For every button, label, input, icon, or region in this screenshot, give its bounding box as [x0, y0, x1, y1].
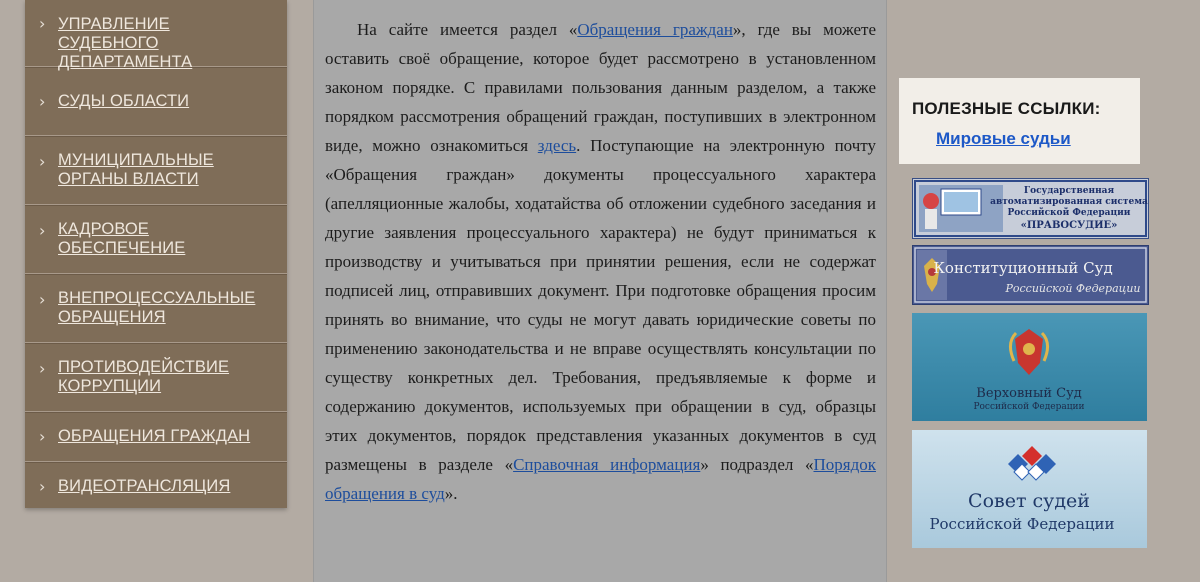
useful-links-box: ПОЛЕЗНЫЕ ССЫЛКИ: Мировые судьи: [899, 78, 1140, 164]
sidebar-item-label[interactable]: МУНИЦИПАЛЬНЫЕ ОРГАНЫ ВЛАСТИ: [58, 151, 214, 189]
sidebar-item-municipal-authorities[interactable]: › МУНИЦИПАЛЬНЫЕ ОРГАНЫ ВЛАСТИ: [25, 136, 287, 205]
sidebar-nav: › УПРАВЛЕНИЕ СУДЕБНОГО ДЕПАРТАМЕНТА › СУ…: [25, 0, 287, 508]
pravosudie-banner[interactable]: Государственная автоматизированная систе…: [912, 178, 1149, 239]
main-content: На сайте имеется раздел «Обращения гражд…: [313, 0, 887, 582]
council-of-judges-banner-graphic: Совет судей Российской Федерации: [912, 430, 1147, 548]
constitutional-court-line-1: Конституционный Суд: [933, 259, 1112, 277]
sidebar-item-anti-corruption[interactable]: › ПРОТИВОДЕЙСТВИЕ КОРРУПЦИИ: [25, 343, 287, 412]
chevron-right-icon: ›: [39, 91, 46, 111]
chevron-right-icon: ›: [39, 290, 46, 309]
constitutional-court-line-2: Российской Федерации: [1004, 282, 1140, 295]
supreme-court-banner-graphic: Верховный Суд Российской Федерации: [912, 313, 1147, 421]
pravosudie-line-1: Государственная: [1024, 186, 1115, 196]
pravosudie-line-4: «ПРАВОСУДИЕ»: [1021, 220, 1118, 231]
sidebar-item-video-broadcast[interactable]: › ВИДЕОТРАНСЛЯЦИЯ: [25, 462, 287, 511]
sidebar-item-label[interactable]: ПРОТИВОДЕЙСТВИЕ КОРРУПЦИИ: [58, 358, 229, 396]
here-link[interactable]: здесь: [538, 136, 576, 155]
supreme-court-line-2: Российской Федерации: [973, 402, 1084, 412]
magistrates-link[interactable]: Мировые судьи: [936, 129, 1071, 149]
pravosudie-line-2: автоматизированная система: [990, 197, 1148, 207]
constitutional-court-banner[interactable]: Конституционный Суд Российской Федерации: [912, 245, 1149, 305]
useful-links-title: ПОЛЕЗНЫЕ ССЫЛКИ:: [912, 99, 1101, 118]
chevron-right-icon: ›: [39, 427, 46, 446]
sidebar-item-label[interactable]: КАДРОВОЕ ОБЕСПЕЧЕНИЕ: [58, 220, 185, 258]
supreme-court-banner[interactable]: Верховный Суд Российской Федерации: [912, 313, 1147, 421]
sidebar-item-label[interactable]: ВИДЕОТРАНСЛЯЦИЯ: [58, 477, 230, 496]
sidebar-item-regional-courts[interactable]: › СУДЫ ОБЛАСТИ: [25, 67, 287, 136]
council-of-judges-banner[interactable]: Совет судей Российской Федерации: [912, 430, 1147, 548]
constitutional-court-banner-graphic: Конституционный Суд Российской Федерации: [913, 246, 1148, 304]
chevron-right-icon: ›: [39, 477, 46, 496]
sidebar-item-label[interactable]: ВНЕПРОЦЕССУАЛЬНЫЕ ОБРАЩЕНИЯ: [58, 289, 255, 327]
citizen-appeals-link[interactable]: Обращения граждан: [577, 20, 733, 39]
sidebar-item-court-department[interactable]: › УПРАВЛЕНИЕ СУДЕБНОГО ДЕПАРТАМЕНТА: [25, 0, 287, 71]
chevron-right-icon: ›: [39, 152, 46, 171]
chevron-right-icon: ›: [39, 359, 46, 378]
council-of-judges-line-1: Совет судей: [968, 490, 1090, 512]
supreme-court-line-1: Верховный Суд: [976, 386, 1081, 401]
sidebar-item-extraprocedural-appeals[interactable]: › ВНЕПРОЦЕССУАЛЬНЫЕ ОБРАЩЕНИЯ: [25, 274, 287, 343]
sidebar-item-personnel[interactable]: › КАДРОВОЕ ОБЕСПЕЧЕНИЕ: [25, 205, 287, 274]
appeals-info-paragraph: На сайте имеется раздел «Обращения гражд…: [325, 20, 876, 503]
sidebar-item-label[interactable]: ОБРАЩЕНИЯ ГРАЖДАН: [58, 427, 250, 446]
chevron-right-icon: ›: [39, 221, 46, 240]
sidebar-item-label[interactable]: УПРАВЛЕНИЕ СУДЕБНОГО ДЕПАРТАМЕНТА: [58, 15, 192, 72]
chevron-right-icon: ›: [39, 14, 46, 33]
pravosudie-line-3: Российской Федерации: [1008, 207, 1131, 218]
council-of-judges-line-2: Российской Федерации: [929, 515, 1114, 533]
reference-info-link[interactable]: Справочная информация: [513, 455, 700, 474]
sidebar-item-label[interactable]: СУДЫ ОБЛАСТИ: [58, 92, 189, 111]
pravosudie-banner-graphic: Государственная автоматизированная систе…: [913, 179, 1148, 238]
sidebar-item-citizen-appeals[interactable]: › ОБРАЩЕНИЯ ГРАЖДАН: [25, 412, 287, 462]
